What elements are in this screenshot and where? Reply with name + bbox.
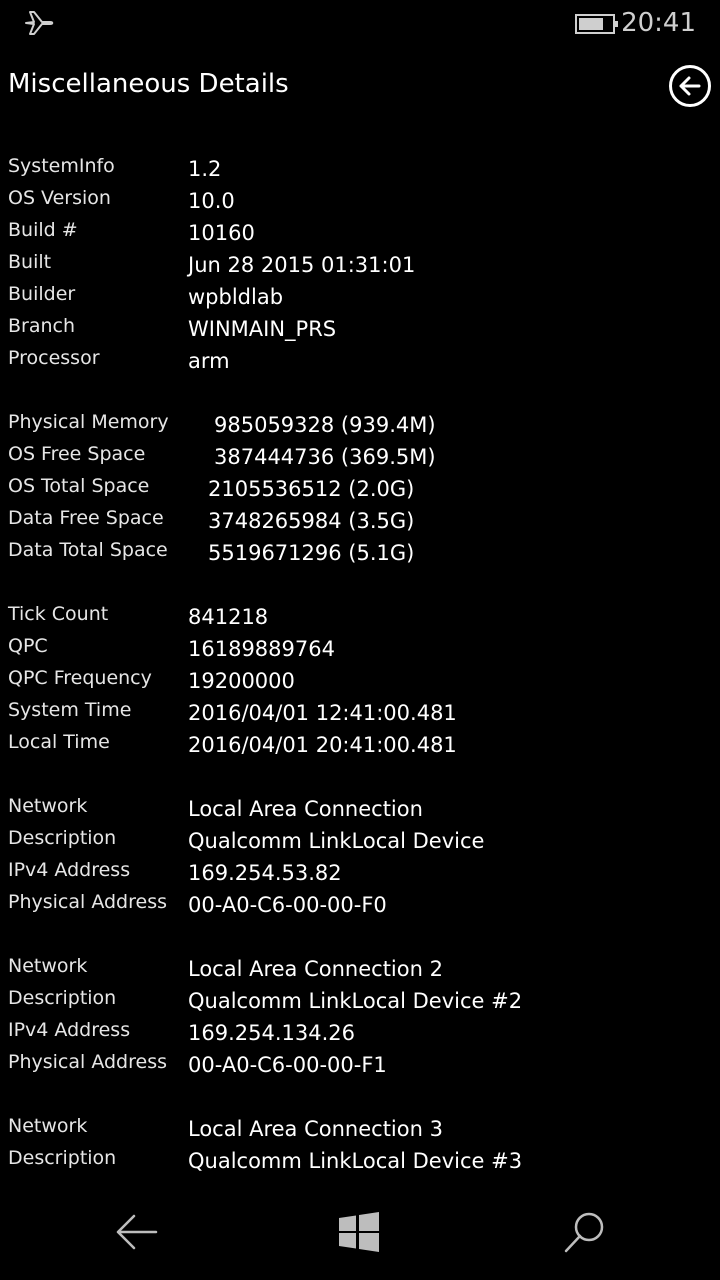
detail-value: 169.254.134.26 [188,1021,355,1045]
detail-label: QPC [8,635,48,657]
back-arrow-icon[interactable] [112,1210,160,1254]
page-title: Miscellaneous Details [8,69,289,99]
detail-row: Local Time 2016/04/01 20:41:00.481 [0,726,720,758]
detail-value: 00-A0-C6-00-00-F0 [188,893,387,917]
detail-row: IPv4 Address 169.254.53.82 [0,854,720,886]
detail-row: Branch WINMAIN_PRS [0,310,720,342]
detail-value: 985059328 (939.4M) [214,413,436,437]
detail-value: 3748265984 (3.5G) [208,509,415,533]
detail-label: Data Free Space [8,507,164,529]
detail-row: SystemInfo 1.2 [0,150,720,182]
detail-row: IPv4 Address 169.254.134.26 [0,1014,720,1046]
detail-value: 1.2 [188,157,222,181]
detail-row: Description Qualcomm LinkLocal Device #3 [0,1142,720,1174]
navigation-bar [0,1182,720,1280]
detail-value: Jun 28 2015 01:31:01 [188,253,416,277]
detail-label: Built [8,251,52,273]
detail-value: 5519671296 (5.1G) [208,541,415,565]
battery-icon [575,14,618,34]
detail-label: Description [8,1147,117,1169]
detail-row: Build # 10160 [0,214,720,246]
detail-value: Qualcomm LinkLocal Device #3 [188,1149,523,1173]
detail-label: Build # [8,219,78,241]
detail-label: Physical Address [8,1051,167,1073]
detail-value: 2016/04/01 20:41:00.481 [188,733,457,757]
detail-value: Qualcomm LinkLocal Device #2 [188,989,523,1013]
detail-row: System Time 2016/04/01 12:41:00.481 [0,694,720,726]
detail-value: 16189889764 [188,637,335,661]
detail-label: Builder [8,283,76,305]
detail-label: Description [8,827,117,849]
detail-label: OS Version [8,187,111,209]
detail-row: Data Total Space 5519671296 (5.1G) [0,534,720,566]
detail-value: arm [188,349,230,373]
detail-value: 10.0 [188,189,235,213]
detail-row: Network Local Area Connection 3 [0,1110,720,1142]
detail-value: 2105536512 (2.0G) [208,477,415,501]
detail-label: IPv4 Address [8,859,131,881]
detail-row: Data Free Space 3748265984 (3.5G) [0,502,720,534]
status-bar: 20:41 [0,0,720,48]
detail-value: 169.254.53.82 [188,861,342,885]
detail-value: WINMAIN_PRS [188,317,337,341]
detail-row: IPv4 Address169.254.xxx.xx [0,1174,720,1182]
detail-value: Local Area Connection 2 [188,957,443,981]
detail-row: QPC 16189889764 [0,630,720,662]
detail-value: 00-A0-C6-00-00-F1 [188,1053,387,1077]
detail-label: Data Total Space [8,539,168,561]
search-icon[interactable] [560,1208,608,1256]
detail-label: Network [8,795,88,817]
detail-label: Processor [8,347,100,369]
detail-label: Tick Count [8,603,109,625]
detail-row: OS Free Space 387444736 (369.5M) [0,438,720,470]
detail-value: Qualcomm LinkLocal Device [188,829,485,853]
detail-value: Local Area Connection 3 [188,1117,443,1141]
detail-label: Physical Address [8,891,167,913]
detail-row: Description Qualcomm LinkLocal Device [0,822,720,854]
detail-label: Physical Memory [8,411,169,433]
windows-start-icon[interactable] [338,1212,380,1252]
detail-row: Physical Address 00-A0-C6-00-00-F0 [0,886,720,918]
detail-row: Network Local Area Connection 2 [0,950,720,982]
detail-label: Network [8,1115,88,1137]
detail-row: OS Version 10.0 [0,182,720,214]
detail-value: 841218 [188,605,269,629]
detail-row: Processor arm [0,342,720,374]
detail-value: 2016/04/01 12:41:00.481 [188,701,457,725]
detail-row: QPC Frequency 19200000 [0,662,720,694]
detail-row: Builder wpbldlab [0,278,720,310]
detail-row: OS Total Space 2105536512 (2.0G) [0,470,720,502]
detail-label: Local Time [8,731,110,753]
detail-row: Description Qualcomm LinkLocal Device #2 [0,982,720,1014]
detail-label: SystemInfo [8,155,115,177]
detail-value: 387444736 (369.5M) [214,445,436,469]
detail-value: wpbldlab [188,285,284,309]
details-list: SystemInfo 1.2 OS Version 10.0 Build #10160 B… [0,150,720,1182]
detail-label: OS Total Space [8,475,150,497]
detail-row: Tick Count 841218 [0,598,720,630]
detail-label: IPv4 Address [8,1019,131,1041]
detail-row: Network Local Area Connection [0,790,720,822]
detail-value: 10160 [188,221,255,245]
detail-label: Branch [8,315,76,337]
clock: 20:41 [621,8,696,38]
detail-label: QPC Frequency [8,667,152,689]
detail-label: Network [8,955,88,977]
detail-label: Description [8,987,117,1009]
airplane-mode-icon [25,11,54,35]
detail-row: Built Jun 28 2015 01:31:01 [0,246,720,278]
detail-row: Physical Memory 985059328 (939.4M) [0,406,720,438]
detail-value: Local Area Connection [188,797,423,821]
detail-value: 19200000 [188,669,295,693]
detail-row: Physical Address 00-A0-C6-00-00-F1 [0,1046,720,1078]
back-circle-icon[interactable] [668,64,712,108]
detail-label: OS Free Space [8,443,146,465]
detail-label: System Time [8,699,132,721]
